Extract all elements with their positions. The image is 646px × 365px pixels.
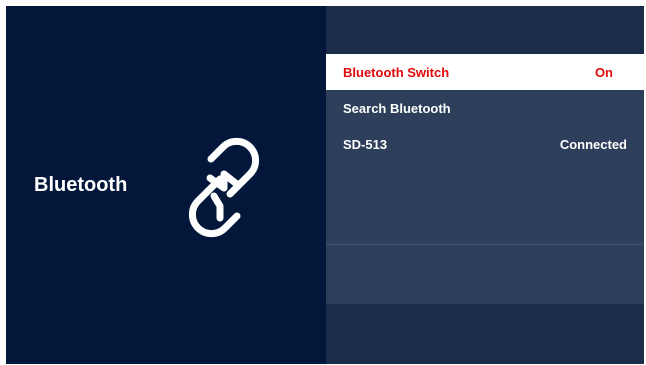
- device-item-sd-513[interactable]: SD-513 Connected: [326, 126, 644, 162]
- device-status: Connected: [559, 136, 627, 152]
- search-bluetooth-item[interactable]: Search Bluetooth: [326, 90, 644, 126]
- menu-divider: [326, 244, 644, 245]
- device-name: SD-513: [343, 136, 388, 152]
- bluetooth-switch-item[interactable]: Bluetooth Switch On: [326, 54, 644, 90]
- bluetooth-switch-value: On: [594, 64, 613, 80]
- right-panel: Bluetooth Switch On Search Bluetooth SD-…: [326, 6, 644, 364]
- search-bluetooth-label: Search Bluetooth: [343, 100, 451, 116]
- bluetooth-link-icon: [188, 137, 260, 238]
- bluetooth-settings-screen: Bluetooth Bluetooth Switch On Search Blu…: [6, 6, 644, 364]
- bluetooth-switch-label: Bluetooth Switch: [343, 64, 450, 80]
- page-title: Bluetooth: [34, 174, 128, 196]
- left-panel: Bluetooth: [6, 6, 326, 364]
- settings-menu: Bluetooth Switch On Search Bluetooth SD-…: [326, 54, 644, 304]
